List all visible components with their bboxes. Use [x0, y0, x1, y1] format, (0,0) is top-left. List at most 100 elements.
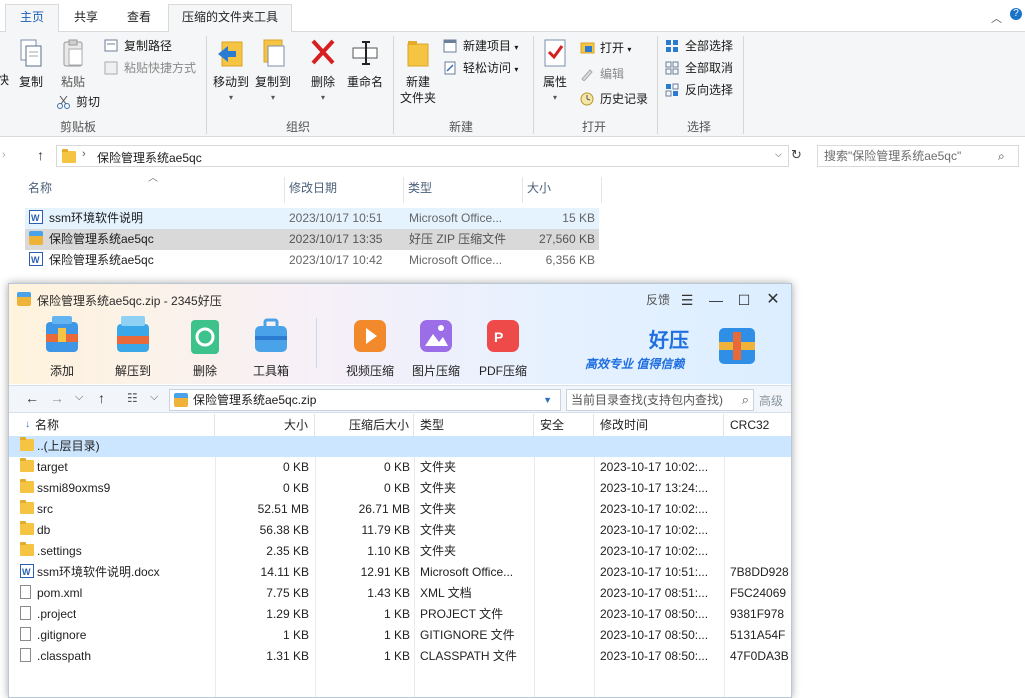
- ribbon-separator: [743, 36, 744, 134]
- extract-to-button[interactable]: 解压到: [108, 314, 158, 378]
- cut-button[interactable]: 剪切: [56, 92, 100, 112]
- new-folder-icon: [407, 41, 429, 67]
- tab-share[interactable]: 共享: [60, 5, 112, 32]
- search-input[interactable]: 搜索"保险管理系统ae5qc" ⌕: [817, 145, 1019, 167]
- open-button[interactable]: 打开 ▾: [580, 38, 631, 58]
- archive-row[interactable]: ssmi89oxms9 0 KB 0 KB 文件夹 2023-10-17 13:24:.…: [9, 478, 791, 499]
- edit-button[interactable]: 编辑: [580, 64, 624, 84]
- invert-selection-button[interactable]: 反向选择: [665, 80, 733, 100]
- select-all-button[interactable]: 全部选择: [665, 36, 733, 56]
- copy-button[interactable]: 复制: [14, 38, 48, 90]
- rename-button[interactable]: 重命名: [344, 36, 386, 90]
- add-label: 添加: [49, 364, 74, 378]
- up-arrow-icon[interactable]: ↑: [98, 390, 105, 406]
- column-type[interactable]: 类型: [404, 177, 523, 203]
- feedback-button[interactable]: 反馈: [641, 288, 675, 312]
- search-icon[interactable]: ⌕: [742, 390, 749, 410]
- toolbox-button[interactable]: 工具箱: [246, 314, 296, 378]
- paste-button[interactable]: 粘贴: [56, 38, 90, 90]
- easy-access-button[interactable]: 轻松访问 ▾: [443, 58, 518, 78]
- archive-row[interactable]: .gitignore 1 KB 1 KB GITIGNORE 文件 2023-10-17…: [9, 625, 791, 646]
- new-item-button[interactable]: 新建项目 ▾: [443, 36, 518, 56]
- forward-arrow-icon[interactable]: ›: [2, 149, 6, 161]
- invert-selection-label: 反向选择: [685, 83, 734, 97]
- forward-arrow-icon[interactable]: →: [50, 390, 64, 406]
- back-arrow-icon[interactable]: ←: [25, 390, 39, 406]
- address-bar[interactable]: › 保险管理系统ae5qc: [56, 145, 789, 167]
- easy-access-dropdown-icon: ▾: [514, 65, 519, 74]
- hz-column-name[interactable]: ↓ 名称: [9, 414, 215, 436]
- copy-to-button[interactable]: 复制到 ▾: [253, 36, 293, 106]
- haozip-nav-bar: ← → ⌵ ↑ ☷ ⌵ 保险管理系统ae5qc.zip ▼ 当前目录查找(支持包…: [9, 385, 791, 413]
- parent-directory-row[interactable]: ..(上层目录): [9, 436, 791, 457]
- copy-path-button[interactable]: 复制路径: [104, 36, 172, 56]
- select-none-button[interactable]: 全部取消: [665, 58, 733, 78]
- hz-column-security[interactable]: 安全: [534, 414, 594, 436]
- file-row[interactable]: ssm环境软件说明 2023/10/17 10:51 Microsoft Off…: [25, 208, 599, 229]
- archive-item-name: .project: [37, 607, 77, 621]
- video-compress-button[interactable]: 视频压缩: [345, 314, 395, 378]
- file-type: Microsoft Office...: [409, 253, 503, 267]
- archive-row[interactable]: .settings 2.35 KB 1.10 KB 文件夹 2023-10-17 10:…: [9, 541, 791, 562]
- file-row[interactable]: 保险管理系统ae5qc 2023/10/17 10:42 Microsoft O…: [25, 250, 599, 271]
- collapse-ribbon-icon[interactable]: ︿: [991, 10, 1002, 26]
- archive-row[interactable]: db 56.38 KB 11.79 KB 文件夹 2023-10-17 10:02:..…: [9, 520, 791, 541]
- hz-column-packed-size[interactable]: 压缩后大小: [315, 414, 414, 436]
- column-name[interactable]: 名称: [24, 177, 285, 203]
- search-icon[interactable]: ⌕: [998, 146, 1005, 166]
- archive-row[interactable]: target 0 KB 0 KB 文件夹 2023-10-17 10:02:...: [9, 457, 791, 478]
- hz-column-size[interactable]: 大小: [215, 414, 315, 436]
- new-folder-button[interactable]: 新建 文件夹: [398, 36, 438, 106]
- address-dropdown-icon[interactable]: ⌵: [775, 149, 782, 160]
- haozip-search-input[interactable]: 当前目录查找(支持包内查找) ⌕: [566, 389, 754, 411]
- extract-icon: [117, 316, 149, 352]
- haozip-brand-slogan: 高效专业 值得信赖: [585, 357, 685, 371]
- archive-item-crc32: 47F0DA3B: [730, 649, 789, 663]
- view-mode-icon[interactable]: ☷: [127, 391, 138, 405]
- hz-column-crc32[interactable]: CRC32: [724, 414, 791, 436]
- history-dropdown-icon[interactable]: ⌵: [75, 391, 83, 404]
- archive-row[interactable]: ssm环境软件说明.docx 14.11 KB 12.91 KB Microsoft …: [9, 562, 791, 583]
- address-path[interactable]: 保险管理系统ae5qc: [97, 149, 202, 166]
- refresh-icon[interactable]: ↻: [791, 147, 802, 163]
- file-row-selected[interactable]: 保险管理系统ae5qc 2023/10/17 13:35 好压 ZIP 压缩文件…: [25, 229, 599, 250]
- paste-shortcut-button[interactable]: 粘贴快捷方式: [104, 58, 196, 78]
- archive-item-crc32: 9381F978: [730, 607, 785, 621]
- advanced-search-button[interactable]: 高级: [759, 392, 783, 409]
- hz-column-modified[interactable]: 修改时间: [594, 414, 724, 436]
- history-button[interactable]: 历史记录: [580, 89, 648, 109]
- file-icon: [20, 585, 31, 599]
- move-to-button[interactable]: 移动到 ▾: [211, 36, 251, 106]
- archive-item-size: 1.31 KB: [266, 649, 309, 663]
- properties-button[interactable]: 属性 ▾: [538, 36, 572, 106]
- view-dropdown-icon[interactable]: ⌵: [150, 391, 158, 404]
- folder-icon: [20, 542, 34, 556]
- pdf-compress-button[interactable]: P PDF压缩: [478, 314, 528, 378]
- maximize-icon[interactable]: ☐: [733, 288, 755, 312]
- hz-column-type[interactable]: 类型: [414, 414, 534, 436]
- haozip-delete-button[interactable]: 删除: [180, 314, 230, 378]
- archive-row[interactable]: pom.xml 7.75 KB 1.43 KB XML 文档 2023-10-17 08…: [9, 583, 791, 604]
- copy-to-dropdown-icon: ▾: [270, 93, 275, 102]
- tab-home[interactable]: 主页: [5, 4, 59, 32]
- minimize-icon[interactable]: —: [705, 288, 727, 312]
- file-name: ssm环境软件说明: [49, 211, 143, 225]
- path-dropdown-icon[interactable]: ▼: [543, 390, 552, 410]
- image-compress-button[interactable]: 图片压缩: [411, 314, 461, 378]
- add-button[interactable]: 添加: [37, 314, 87, 378]
- column-date-modified[interactable]: 修改日期: [285, 177, 404, 203]
- archive-row[interactable]: .project 1.29 KB 1 KB PROJECT 文件 2023-10-17 …: [9, 604, 791, 625]
- up-arrow-icon[interactable]: ↑: [37, 147, 44, 163]
- column-size[interactable]: 大小: [523, 177, 602, 203]
- tab-view[interactable]: 查看: [113, 5, 165, 32]
- cut-partial-label[interactable]: 快: [0, 42, 10, 88]
- delete-button[interactable]: 删除 ▾: [305, 36, 341, 106]
- tab-compressed-folder-tools[interactable]: 压缩的文件夹工具: [168, 4, 292, 32]
- archive-row[interactable]: .classpath 1.31 KB 1 KB CLASSPATH 文件 2023-10…: [9, 646, 791, 667]
- menu-icon[interactable]: ☰: [677, 288, 697, 312]
- haozip-path-bar[interactable]: 保险管理系统ae5qc.zip ▼: [169, 389, 561, 411]
- help-icon[interactable]: ?: [1010, 8, 1022, 20]
- archive-row[interactable]: src 52.51 MB 26.71 MB 文件夹 2023-10-17 10:02:.…: [9, 499, 791, 520]
- close-icon[interactable]: ✕: [762, 288, 784, 312]
- cut-partial-text: 快: [0, 73, 9, 87]
